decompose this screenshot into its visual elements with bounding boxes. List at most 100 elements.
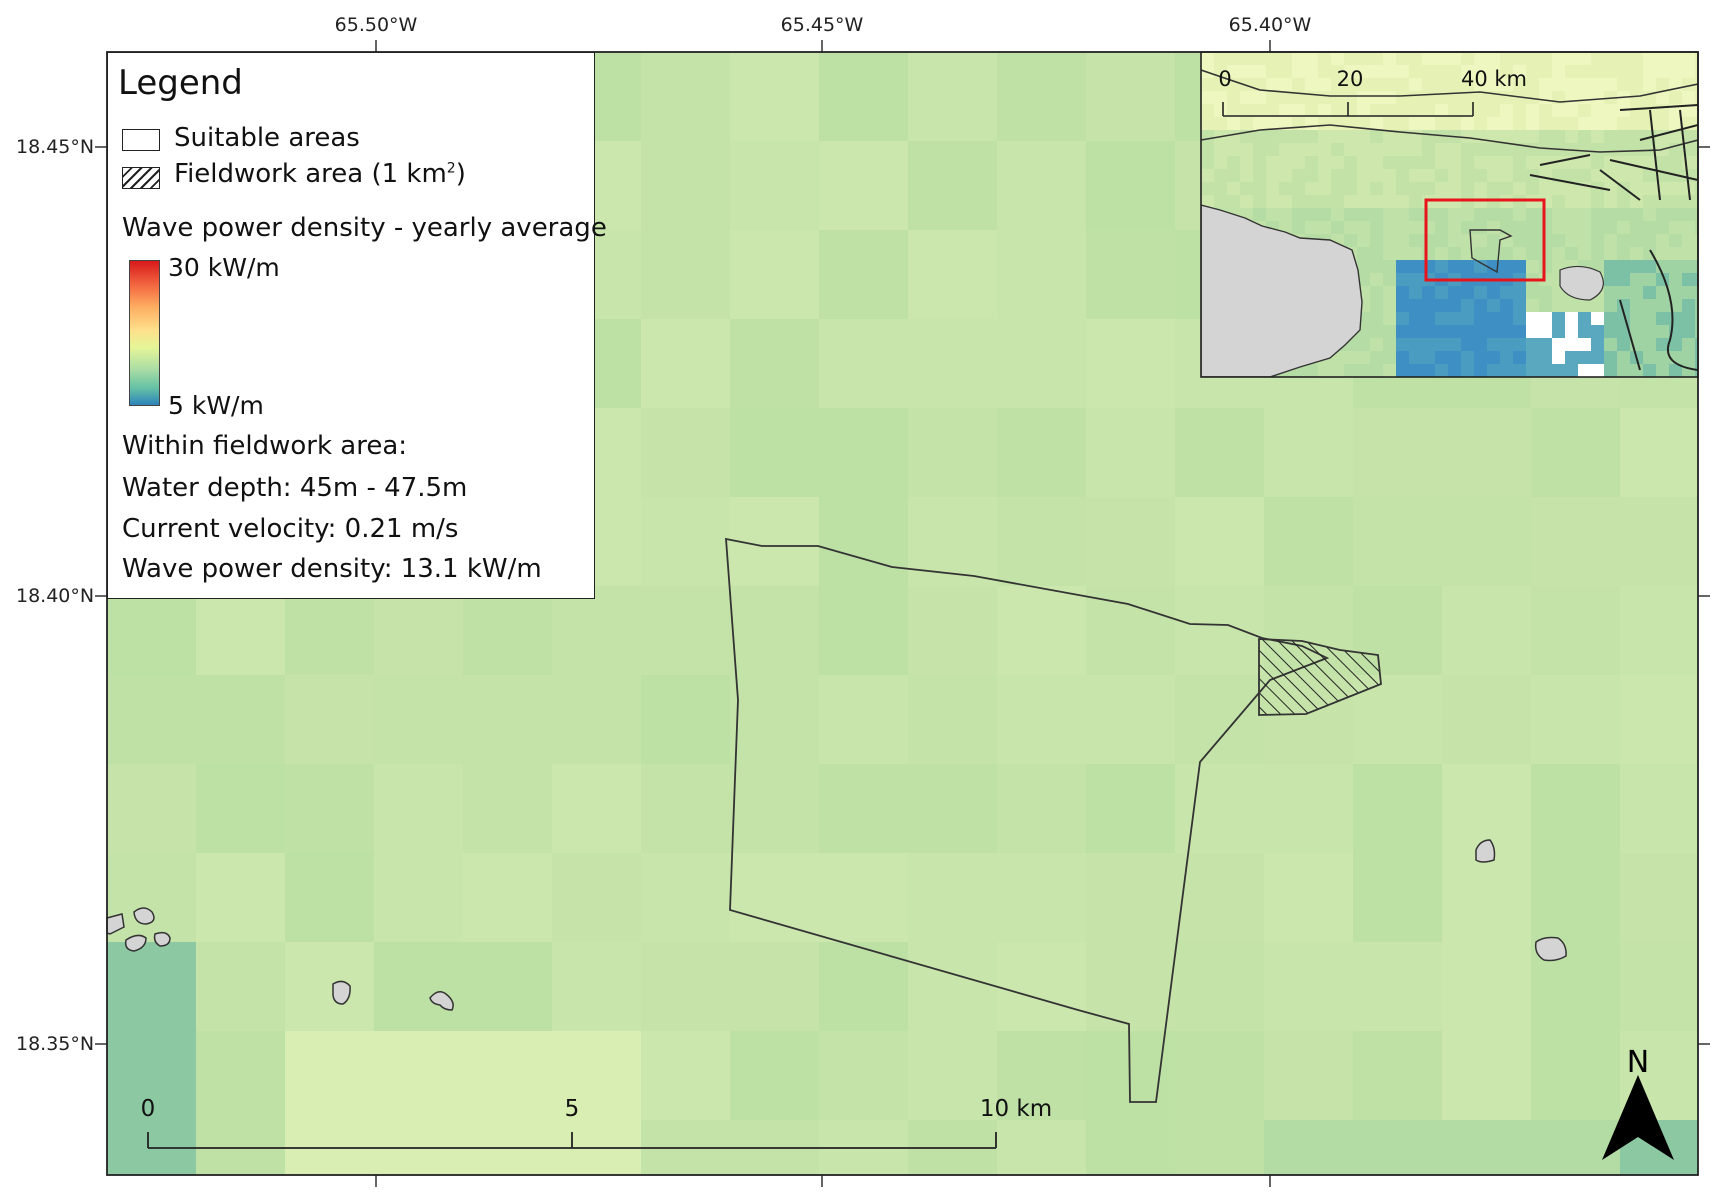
inset-raster-cell <box>1552 364 1566 377</box>
inset-raster-cell <box>1513 156 1527 170</box>
inset-raster-cell <box>1435 364 1449 377</box>
raster-cell <box>997 319 1087 409</box>
inset-raster-cell <box>1305 208 1319 222</box>
raster-cell <box>730 52 820 142</box>
inset-raster-cell <box>1357 130 1371 144</box>
latitude-label: 18.40°N <box>16 585 95 607</box>
raster-cell <box>730 408 820 498</box>
inset-raster-cell <box>1539 260 1553 274</box>
inset-raster-cell <box>1422 182 1436 196</box>
inset-raster-cell <box>1344 364 1358 377</box>
longitude-label: 65.50°W <box>334 14 418 36</box>
inset-raster-cell <box>1396 169 1410 183</box>
inset-raster-cell <box>1474 325 1488 339</box>
inset-raster-cell <box>1227 52 1241 66</box>
inset-raster-cell <box>1448 156 1462 170</box>
inset-raster-cell <box>1422 117 1436 131</box>
raster-cell <box>997 853 1087 943</box>
inset-raster-cell <box>1266 143 1280 157</box>
inset-raster-cell <box>1526 143 1540 157</box>
inset-raster-cell <box>1630 65 1644 79</box>
inset-raster-cell <box>1682 325 1696 339</box>
inset-raster-cell <box>1617 273 1631 287</box>
inset-raster-cell <box>1474 221 1488 235</box>
inset-raster-cell <box>1565 221 1579 235</box>
inset-raster-cell <box>1578 299 1592 313</box>
inset-raster-cell <box>1500 221 1514 235</box>
inset-raster-cell <box>1201 52 1215 66</box>
inset-raster-cell <box>1643 312 1657 326</box>
inset-raster-cell <box>1565 104 1579 118</box>
inset-raster-cell <box>1552 117 1566 131</box>
inset-raster-cell <box>1604 221 1618 235</box>
inset-raster-cell <box>1630 78 1644 92</box>
raster-cell <box>908 1120 998 1175</box>
inset-raster-cell <box>1513 130 1527 144</box>
raster-cell <box>641 942 731 1032</box>
raster-cell <box>819 1120 909 1175</box>
inset-raster-cell <box>1578 195 1592 209</box>
inset-raster-cell <box>1357 364 1371 377</box>
inset-raster-cell <box>1409 247 1423 261</box>
inset-raster-cell <box>1474 364 1488 377</box>
inset-raster-cell <box>1500 364 1514 377</box>
inset-raster-cell <box>1448 325 1462 339</box>
longitude-label: 65.45°W <box>780 14 864 36</box>
raster-cell <box>908 586 998 676</box>
inset-raster-cell <box>1591 130 1605 144</box>
raster-cell <box>1175 942 1265 1032</box>
raster-cell <box>1531 408 1621 498</box>
inset-raster-cell <box>1383 65 1397 79</box>
inset-raster-cell <box>1617 364 1631 377</box>
inset-raster-cell <box>1383 182 1397 196</box>
raster-cell <box>1264 408 1354 498</box>
inset-raster-cell <box>1396 247 1410 261</box>
inset-raster-cell <box>1487 221 1501 235</box>
raster-cell <box>374 1120 464 1175</box>
raster-cell <box>641 1120 731 1175</box>
inset-raster-cell <box>1591 325 1605 339</box>
inset-raster-cell <box>1422 208 1436 222</box>
inset-raster-cell <box>1630 325 1644 339</box>
inset-raster-cell <box>1578 221 1592 235</box>
raster-cell <box>463 942 553 1032</box>
inset-raster-cell <box>1643 208 1657 222</box>
raster-cell <box>374 942 464 1032</box>
inset-raster-cell <box>1396 338 1410 352</box>
inset-raster-cell <box>1474 312 1488 326</box>
raster-cell <box>285 853 375 943</box>
inset-raster-cell <box>1396 117 1410 131</box>
inset-raster-cell <box>1578 91 1592 105</box>
inset-raster-cell <box>1344 169 1358 183</box>
raster-cell <box>107 764 197 854</box>
inset-raster-cell <box>1370 351 1384 365</box>
color-ramp <box>129 260 160 406</box>
inset-raster-cell <box>1630 221 1644 235</box>
inset-raster-cell <box>1240 117 1254 131</box>
raster-cell <box>1442 408 1532 498</box>
inset-raster-cell <box>1422 286 1436 300</box>
inset-raster-cell <box>1526 234 1540 248</box>
inset-raster-cell <box>1292 169 1306 183</box>
inset-raster-cell <box>1617 117 1631 131</box>
inset-raster-cell <box>1448 364 1462 377</box>
raster-cell <box>196 942 286 1032</box>
inset-raster-cell <box>1396 273 1410 287</box>
raster-cell <box>1442 1120 1532 1175</box>
inset-raster-cell <box>1305 364 1319 377</box>
inset-raster-cell <box>1526 130 1540 144</box>
raster-cell <box>641 141 731 231</box>
raster-cell <box>374 764 464 854</box>
inset-raster-cell <box>1370 65 1384 79</box>
inset-raster-cell <box>1552 104 1566 118</box>
inset-raster-cell <box>1643 195 1657 209</box>
inset-raster-cell <box>1461 143 1475 157</box>
inset-raster-cell <box>1539 117 1553 131</box>
inset-raster-cell <box>1474 104 1488 118</box>
inset-raster-cell <box>1461 364 1475 377</box>
inset-raster-cell <box>1604 338 1618 352</box>
raster-cell <box>1086 408 1176 498</box>
raster-cell <box>1175 586 1265 676</box>
raster-cell <box>1442 942 1532 1032</box>
inset-raster-cell <box>1396 234 1410 248</box>
